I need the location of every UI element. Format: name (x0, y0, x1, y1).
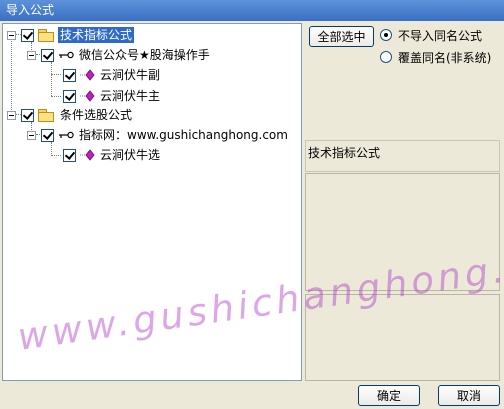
checkbox[interactable] (63, 148, 76, 162)
tree-node-formula[interactable]: 云涧伏牛副 (63, 66, 162, 84)
checkbox[interactable] (21, 108, 34, 122)
formula-diamond-icon (80, 69, 95, 81)
window-title: 导入公式 (6, 3, 55, 17)
tree-node-tech-indicators[interactable]: 技术指标公式 (7, 26, 135, 44)
radio-button[interactable] (380, 51, 392, 63)
ok-button[interactable]: 确定 (358, 385, 420, 406)
collapse-toggle[interactable] (7, 110, 16, 120)
formula-name-text: 技术指标公式 (308, 146, 381, 160)
tree-line (51, 74, 61, 75)
checkbox[interactable] (21, 28, 34, 42)
tree-node-label: 云涧伏牛主 (100, 89, 161, 103)
checkbox[interactable] (41, 128, 54, 142)
tree-line (51, 155, 61, 156)
cancel-button[interactable]: 取消 (438, 385, 500, 406)
tree-node-formula[interactable]: 云涧伏牛主 (63, 87, 162, 105)
key-icon (59, 51, 74, 59)
formula-detail-box (305, 294, 500, 381)
tree-node-author-site[interactable]: 指标网：www.gushichanghong.com (27, 126, 290, 144)
radio-overwrite[interactable]: 覆盖同名(非系统) (380, 49, 491, 65)
tree-node-formula[interactable]: 云涧伏牛选 (63, 146, 162, 164)
checkbox[interactable] (41, 48, 54, 62)
tree-node-label: 技术指标公式 (58, 27, 135, 43)
radio-no-import[interactable]: 不导入同名公式 (380, 27, 482, 43)
collapse-toggle[interactable] (27, 50, 36, 60)
tree-line (51, 62, 52, 96)
formula-name-box: 技术指标公式 (305, 140, 500, 172)
formula-diamond-icon (80, 90, 95, 102)
tree-node-author-wechat[interactable]: 微信公众号★股海操作手 (27, 46, 212, 64)
tree-node-label: 条件选股公式 (60, 108, 133, 122)
checkbox[interactable] (63, 89, 76, 103)
radio-label: 不导入同名公式 (398, 28, 483, 43)
tree-node-label: 指标网：www.gushichanghong.com (79, 128, 288, 142)
tree-node-label: 微信公众号★股海操作手 (79, 48, 210, 62)
folder-icon (38, 108, 54, 122)
tree-node-label: 云涧伏牛选 (100, 148, 161, 162)
formula-tree[interactable]: 技术指标公式 微信公众号★股海操作手 云涧伏牛副 云涧伏牛主 条件选股公式 指标… (2, 23, 302, 381)
title-bar: 导入公式 (0, 0, 504, 21)
tree-line (51, 96, 61, 97)
key-icon (59, 131, 74, 139)
collapse-toggle[interactable] (27, 130, 36, 140)
tree-node-label: 云涧伏牛副 (100, 68, 161, 82)
radio-button[interactable] (380, 29, 392, 41)
formula-diamond-icon (80, 149, 95, 161)
checkbox[interactable] (63, 68, 76, 82)
collapse-toggle[interactable] (7, 30, 16, 40)
formula-description-box (305, 173, 500, 291)
tree-line (51, 142, 52, 156)
radio-label: 覆盖同名(非系统) (398, 50, 492, 65)
tree-node-stock-screen[interactable]: 条件选股公式 (7, 106, 134, 124)
select-all-button[interactable]: 全部选中 (309, 26, 374, 47)
folder-icon (38, 28, 54, 42)
